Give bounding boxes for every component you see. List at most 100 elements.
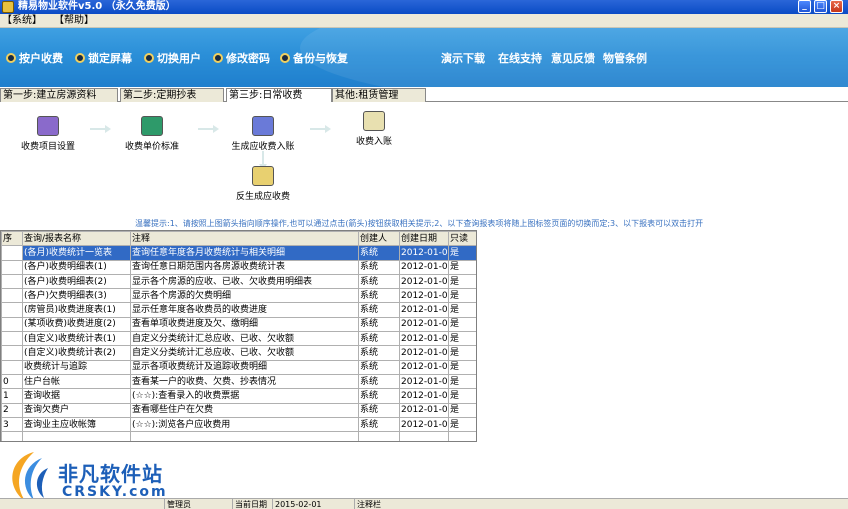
table-cell xyxy=(130,431,359,441)
table-cell: 系统 xyxy=(358,345,400,361)
column-header[interactable]: 序 xyxy=(1,231,23,247)
table-row[interactable]: (各户)收费明细表(2) 显示各个房源的应收、已收、欠收费用明细表 系统 2012-0… xyxy=(1,273,476,290)
close-button[interactable]: × xyxy=(830,0,843,13)
tab-step-1[interactable]: 第一步:建立房源资料 xyxy=(0,88,118,102)
flow-node-charge-entry[interactable]: 收费入账 xyxy=(350,111,398,147)
demo-download-link[interactable]: 演示下载 xyxy=(441,52,485,66)
toolbar-label: 修改密码 xyxy=(226,52,270,65)
table-cell: 2012-01-01 xyxy=(399,416,449,433)
table-cell: 是 xyxy=(448,373,476,390)
backup-restore-button[interactable]: 备份与恢复 xyxy=(280,52,348,66)
flow-node-label: 收费项目设置 xyxy=(20,142,75,152)
table-cell: 2012-01-01 xyxy=(399,288,449,304)
charge-by-household-button[interactable]: 按户收费 xyxy=(6,52,63,66)
table-row[interactable]: 0 住户台帐 查看某一户的收费、欠费、抄表情况 系统 2012-01-01 是 xyxy=(1,373,476,390)
table-row[interactable]: (各月)收费统计一览表 查询任意年度各月收费统计与相关明细 系统 2012-01-01… xyxy=(1,245,476,261)
flow-node-fee-items[interactable]: 收费项目设置 xyxy=(20,116,76,152)
flow-node-reverse-generate[interactable]: 反生成应收费 xyxy=(233,166,293,202)
table-cell xyxy=(1,331,23,347)
table-cell: 住户台帐 xyxy=(22,373,131,390)
table-row[interactable]: (各户)收费明细表(1) 查询任意日期范围内各房源收费统计表 系统 2012-01-0… xyxy=(1,259,476,275)
table-cell: 系统 xyxy=(358,331,400,347)
menu-help[interactable]: 【帮助】 xyxy=(54,14,94,28)
table-cell: 查看哪些住户在欠费 xyxy=(130,402,359,418)
flow-node-label: 反生成应收费 xyxy=(235,192,290,202)
table-row[interactable]: (自定义)收费统计表(1) 自定义分类统计汇总应收、已收、欠收额 系统 2012-01… xyxy=(1,331,476,347)
table-cell: 2012-01-01 xyxy=(399,345,449,361)
tab-step-2[interactable]: 第二步:定期抄表 xyxy=(120,88,224,102)
table-cell: 系统 xyxy=(358,388,400,404)
hint-text: 温馨提示:1、请按照上图箭头指向顺序操作,也可以通过点击(箭头)按钮获取相关提示… xyxy=(135,219,704,228)
table-cell: 是 xyxy=(448,345,476,361)
grid-icon xyxy=(252,116,274,136)
table-cell: 2012-01-01 xyxy=(399,273,449,290)
menu-bar: 【系统】 【帮助】 xyxy=(0,14,848,28)
table-cell: 是 xyxy=(448,359,476,375)
flow-node-unit-price[interactable]: 收费单价标准 xyxy=(124,116,180,152)
table-cell: (房管员)收费进度表(1) xyxy=(22,302,131,318)
table-cell: 2 xyxy=(1,402,23,418)
table-row[interactable]: 2 查询欠费户 查看哪些住户在欠费 系统 2012-01-01 是 xyxy=(1,402,476,418)
flow-node-generate-receivable[interactable]: 生成应收费入账 xyxy=(231,116,295,152)
status-user: 管理员 xyxy=(165,499,233,509)
table-cell xyxy=(1,359,23,375)
table-cell: 显示任意年度各收费员的收费进度 xyxy=(130,302,359,318)
detail-pane xyxy=(477,230,848,442)
table-row[interactable]: 3 查询业主应收帐簿 (☆☆):浏览各户应收费用 系统 2012-01-01 是 xyxy=(1,416,476,433)
table-row[interactable]: (自定义)收费统计表(2) 自定义分类统计汇总应收、已收、欠收额 系统 2012-01… xyxy=(1,345,476,361)
status-notes: 注释栏 xyxy=(357,500,381,509)
table-cell: 是 xyxy=(448,316,476,333)
feedback-link[interactable]: 意见反馈 xyxy=(551,52,595,66)
table-row[interactable]: 收费统计与追踪 显示各项收费统计及追踪收费明细 系统 2012-01-01 是 xyxy=(1,359,476,375)
watermark-logo xyxy=(12,452,48,502)
toolbar-label: 锁定屏幕 xyxy=(88,52,132,65)
table-cell xyxy=(22,431,131,441)
table-cell: 系统 xyxy=(358,416,400,433)
lock-screen-button[interactable]: 锁定屏幕 xyxy=(75,52,132,66)
table-cell: 显示各个房源的应收、已收、欠收费用明细表 xyxy=(130,273,359,290)
table-cell xyxy=(1,316,23,333)
window-title: 精易物业软件v5.0 （永久免费版） xyxy=(18,1,176,12)
table-cell: 系统 xyxy=(358,402,400,418)
table-cell: 系统 xyxy=(358,359,400,375)
minimize-button[interactable]: _ xyxy=(798,0,811,13)
table-cell: 自定义分类统计汇总应收、已收、欠收额 xyxy=(130,345,359,361)
table-cell xyxy=(1,245,23,261)
regulations-link[interactable]: 物管条例 xyxy=(603,52,647,66)
table-cell: 是 xyxy=(448,402,476,418)
table-cell: 1 xyxy=(1,388,23,404)
status-date-label: 当前日期 xyxy=(233,499,273,509)
report-grid[interactable]: 序 查询/报表名称 注释 创建人 创建日期 只读 (各月)收费统计一览表 查询任意… xyxy=(0,230,477,442)
table-row[interactable]: (某项收费)收费进度(2) 查看单项收费进度及欠、缴明细 系统 2012-01-01 是 xyxy=(1,316,476,333)
online-support-link[interactable]: 在线支持 xyxy=(498,52,542,66)
title-bar: 精易物业软件v5.0 （永久免费版） _ □ × xyxy=(0,0,848,14)
table-cell xyxy=(1,302,23,318)
table-cell: 系统 xyxy=(358,259,400,275)
change-password-button[interactable]: 修改密码 xyxy=(213,52,270,66)
price-icon xyxy=(141,116,163,136)
switch-user-button[interactable]: 切换用户 xyxy=(144,52,201,66)
table-cell: 是 xyxy=(448,245,476,261)
table-cell: 是 xyxy=(448,302,476,318)
flow-diagram: 收费项目设置 收费单价标准 生成应收费入账 收费入账 反生成应收费 xyxy=(0,103,848,218)
table-row[interactable] xyxy=(1,431,476,441)
table-cell: 2012-01-01 xyxy=(399,359,449,375)
tab-other[interactable]: 其他:租赁管理 xyxy=(332,88,426,102)
tab-step-3[interactable]: 第三步:日常收费 xyxy=(226,88,332,102)
table-row[interactable]: 1 查询收据 (☆☆):查看录入的收费票据 系统 2012-01-01 是 xyxy=(1,388,476,404)
table-cell: 是 xyxy=(448,288,476,304)
table-cell: 2012-01-01 xyxy=(399,373,449,390)
table-cell: 查询收据 xyxy=(22,388,131,404)
table-cell: 2012-01-01 xyxy=(399,331,449,347)
table-row[interactable]: (各户)欠费明细表(3) 显示各个房源的欠费明细 系统 2012-01-01 是 xyxy=(1,288,476,304)
table-cell: 是 xyxy=(448,259,476,275)
maximize-button[interactable]: □ xyxy=(814,0,827,13)
column-header[interactable]: 注释 xyxy=(130,231,359,247)
column-header[interactable]: 查询/报表名称 xyxy=(22,231,131,247)
menu-system[interactable]: 【系统】 xyxy=(2,14,42,28)
column-header[interactable]: 创建人 xyxy=(358,231,400,247)
column-header[interactable]: 创建日期 xyxy=(399,231,449,247)
table-cell: 查询业主应收帐簿 xyxy=(22,416,131,433)
table-row[interactable]: (房管员)收费进度表(1) 显示任意年度各收费员的收费进度 系统 2012-01-01… xyxy=(1,302,476,318)
column-header[interactable]: 只读 xyxy=(448,231,476,247)
